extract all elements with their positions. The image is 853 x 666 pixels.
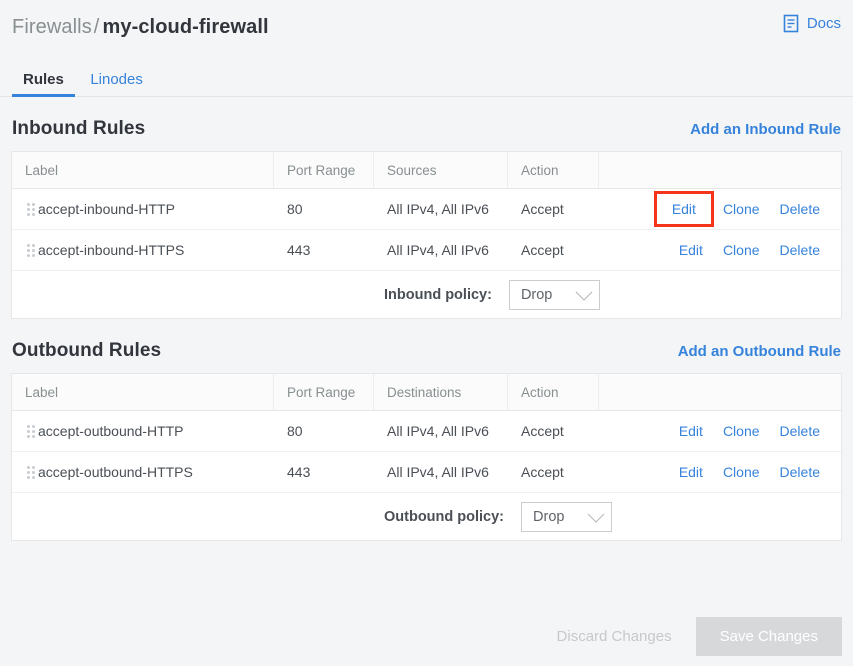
row-action-links: Edit Clone Delete (599, 418, 841, 444)
outbound-rules-table: Label Port Range Destinations Action acc… (11, 373, 842, 493)
docs-link[interactable]: Docs (783, 14, 841, 33)
rule-destinations: All IPv4, All IPv6 (374, 423, 508, 439)
rule-port-range: 443 (274, 464, 374, 480)
drag-handle-icon[interactable] (12, 466, 38, 479)
rule-port-range: 443 (274, 242, 374, 258)
add-inbound-rule-link[interactable]: Add an Inbound Rule (690, 121, 841, 140)
column-header-actions (599, 152, 841, 188)
table-row[interactable]: accept-inbound-HTTPS 443 All IPv4, All I… (12, 230, 841, 271)
delete-link[interactable]: Delete (770, 196, 830, 222)
rule-action: Accept (508, 242, 599, 258)
inbound-policy-select[interactable]: Drop (509, 280, 600, 310)
table-row[interactable]: accept-outbound-HTTP 80 All IPv4, All IP… (12, 411, 841, 452)
row-action-links: Edit Clone Delete (599, 459, 841, 485)
rule-label: accept-outbound-HTTPS (38, 464, 193, 480)
docs-label: Docs (807, 15, 841, 32)
table-row[interactable]: accept-inbound-HTTP 80 All IPv4, All IPv… (12, 189, 841, 230)
inbound-rules-section: Inbound Rules Add an Inbound Rule Label … (0, 97, 853, 319)
inbound-policy-value: Drop (521, 287, 552, 303)
drag-handle-icon[interactable] (12, 244, 38, 257)
delete-link[interactable]: Delete (770, 237, 830, 263)
page-title: my-cloud-firewall (102, 16, 268, 38)
drag-handle-icon[interactable] (12, 203, 38, 216)
rule-label: accept-inbound-HTTPS (38, 242, 184, 258)
page-header: Firewalls/my-cloud-firewall Docs (0, 0, 853, 48)
column-header-port-range: Port Range (274, 374, 374, 410)
inbound-policy-row: Inbound policy: Drop (11, 271, 842, 319)
document-icon (783, 14, 800, 33)
breadcrumb: Firewalls/my-cloud-firewall (12, 14, 841, 40)
rule-label: accept-outbound-HTTP (38, 423, 184, 439)
edit-link[interactable]: Edit (669, 459, 713, 485)
inbound-rules-table: Label Port Range Sources Action accept-i… (11, 151, 842, 271)
discard-changes-button[interactable]: Discard Changes (539, 618, 690, 655)
inbound-table-header: Label Port Range Sources Action (12, 152, 841, 189)
add-outbound-rule-link[interactable]: Add an Outbound Rule (678, 343, 841, 362)
edit-link[interactable]: Edit (657, 194, 711, 224)
column-header-sources: Sources (374, 152, 508, 188)
outbound-row-label-cell: accept-outbound-HTTPS (12, 464, 274, 480)
outbound-table-header: Label Port Range Destinations Action (12, 374, 841, 411)
rule-action: Accept (508, 464, 599, 480)
chevron-down-icon (575, 283, 592, 300)
drag-handle-icon[interactable] (12, 425, 38, 438)
inbound-row-label-cell: accept-inbound-HTTPS (12, 242, 274, 258)
rule-port-range: 80 (274, 201, 374, 217)
save-changes-button[interactable]: Save Changes (696, 617, 842, 656)
rule-action: Accept (508, 201, 599, 217)
tab-rules[interactable]: Rules (12, 65, 75, 97)
rule-destinations: All IPv4, All IPv6 (374, 464, 508, 480)
clone-link[interactable]: Clone (713, 237, 770, 263)
rule-sources: All IPv4, All IPv6 (374, 201, 508, 217)
outbound-policy-row: Outbound policy: Drop (11, 493, 842, 541)
delete-link[interactable]: Delete (770, 459, 830, 485)
outbound-policy-label: Outbound policy: (384, 509, 504, 525)
rule-action: Accept (508, 423, 599, 439)
outbound-section-header: Outbound Rules Add an Outbound Rule (11, 319, 842, 373)
inbound-row-label-cell: accept-inbound-HTTP (12, 201, 274, 217)
rule-label: accept-inbound-HTTP (38, 201, 175, 217)
breadcrumb-separator: / (92, 16, 103, 38)
row-action-links: Edit Clone Delete (599, 194, 841, 224)
outbound-policy-value: Drop (533, 509, 564, 525)
row-action-links: Edit Clone Delete (599, 237, 841, 263)
clone-link[interactable]: Clone (713, 459, 770, 485)
form-actions: Discard Changes Save Changes (539, 617, 842, 656)
column-header-action: Action (508, 374, 599, 410)
inbound-section-header: Inbound Rules Add an Inbound Rule (11, 97, 842, 151)
column-header-destinations: Destinations (374, 374, 508, 410)
edit-link[interactable]: Edit (669, 418, 713, 444)
column-header-actions (599, 374, 841, 410)
clone-link[interactable]: Clone (713, 196, 770, 222)
rule-port-range: 80 (274, 423, 374, 439)
clone-link[interactable]: Clone (713, 418, 770, 444)
table-row[interactable]: accept-outbound-HTTPS 443 All IPv4, All … (12, 452, 841, 493)
outbound-row-label-cell: accept-outbound-HTTP (12, 423, 274, 439)
outbound-policy-select[interactable]: Drop (521, 502, 612, 532)
edit-link[interactable]: Edit (669, 237, 713, 263)
chevron-down-icon (588, 505, 605, 522)
rule-sources: All IPv4, All IPv6 (374, 242, 508, 258)
column-header-label: Label (12, 374, 274, 410)
column-header-label: Label (12, 152, 274, 188)
column-header-port-range: Port Range (274, 152, 374, 188)
outbound-rules-section: Outbound Rules Add an Outbound Rule Labe… (0, 319, 853, 541)
column-header-action: Action (508, 152, 599, 188)
inbound-section-title: Inbound Rules (12, 118, 145, 140)
inbound-policy-label: Inbound policy: (384, 287, 492, 303)
breadcrumb-parent-link[interactable]: Firewalls (12, 16, 92, 38)
tab-bar: Rules Linodes (0, 64, 853, 97)
tab-linodes[interactable]: Linodes (79, 65, 154, 97)
outbound-section-title: Outbound Rules (12, 340, 161, 362)
delete-link[interactable]: Delete (770, 418, 830, 444)
